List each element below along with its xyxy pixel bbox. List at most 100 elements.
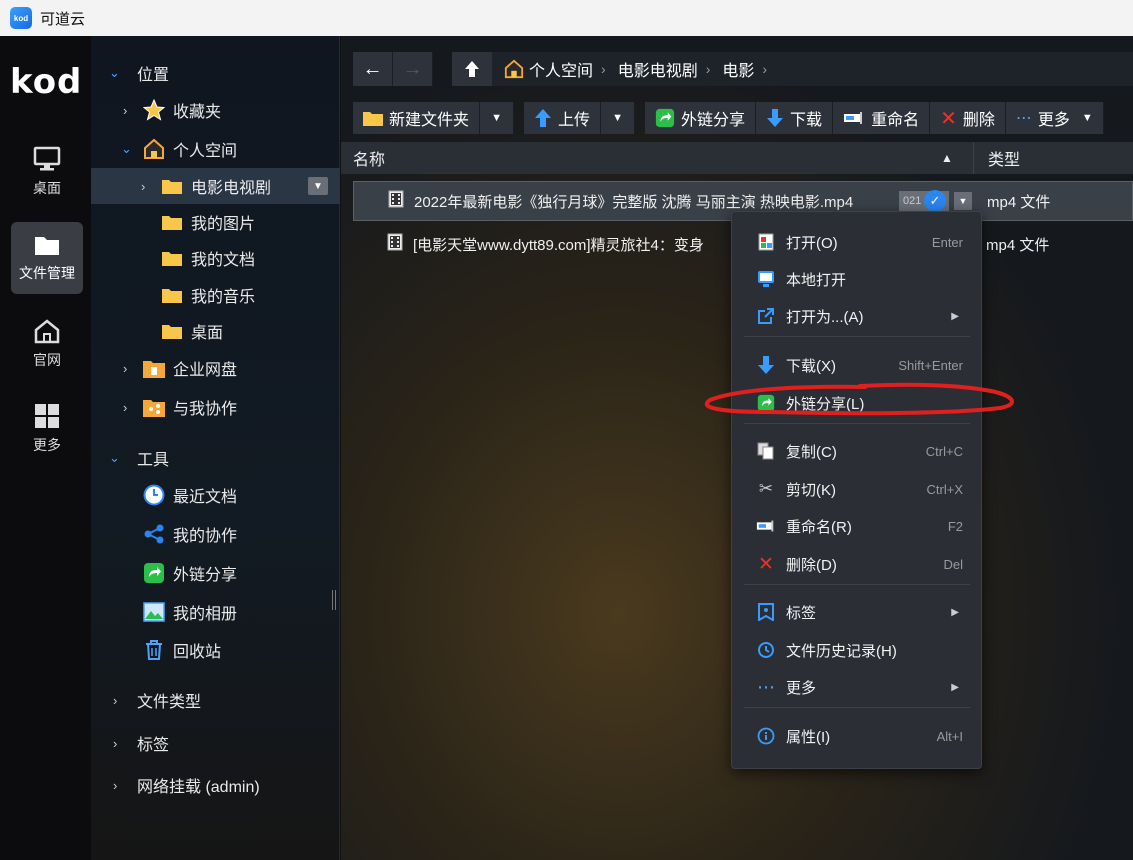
menu-item-file-history[interactable]: 文件历史记录(H) [732,632,981,668]
back-button[interactable]: ← [353,52,393,86]
tree-item-my-documents[interactable]: 我的文档 [91,240,340,276]
menu-item-open-with[interactable]: 打开为...(A) ▶ [732,298,981,334]
menu-shortcut: Del [943,556,963,572]
menu-item-delete[interactable]: ✕ 删除(D) Del [732,546,981,582]
breadcrumb-label: 电影 [722,63,755,80]
menu-item-copy[interactable]: 复制(C) Ctrl+C [732,433,981,469]
arrow-up-icon [465,61,479,77]
rename-icon [756,516,776,536]
menu-item-open[interactable]: 打开(O) Enter [732,224,981,260]
menu-item-rename[interactable]: 重命名(R) F2 [732,508,981,544]
submenu-arrow-icon: ▶ [951,606,959,618]
menu-item-download[interactable]: 下载(X) Shift+Enter [732,347,981,383]
tree-item-link-share[interactable]: 外链分享 [91,555,340,591]
image-icon [143,601,165,623]
menu-label: 更多 [786,679,817,697]
tree-item-recent-docs[interactable]: 最近文档 [91,477,340,513]
up-level-button[interactable] [452,52,492,86]
bookmark-star-icon [756,602,776,622]
breadcrumb-item-movies-tv[interactable]: 电影电视剧 › [618,57,711,81]
share-nodes-icon [143,523,165,545]
folder-icon [161,284,183,306]
home-folder-icon [143,138,165,160]
folder-icon [35,237,59,255]
section-label: 工具 [137,452,170,469]
link-share-button[interactable]: 外链分享 [645,102,757,134]
upload-button[interactable]: 上传 [524,102,602,134]
rail-item-desktop[interactable]: 桌面 [11,136,83,208]
checkmark-icon[interactable]: ✓ [924,190,946,212]
trash-icon [143,639,165,661]
tree-item-label: 收藏夹 [173,104,222,121]
submenu-arrow-icon: ▶ [951,310,959,322]
section-file-types[interactable]: › 文件类型 [91,682,340,718]
tree-item-my-collab[interactable]: 我的协作 [91,516,340,552]
column-label: 类型 [988,152,1021,169]
menu-item-open-local[interactable]: 本地打开 [732,261,981,297]
share-arrow-icon [655,108,675,128]
tree-item-enterprise-drive[interactable]: › 企业网盘 [91,350,340,386]
section-network-mounts[interactable]: › 网络挂载 (admin) [91,767,340,803]
menu-label: 属性(I) [786,728,831,746]
app-logo-icon: kod [10,7,32,29]
forward-button[interactable]: → [393,52,433,86]
submenu-arrow-icon: ▶ [951,681,959,693]
file-name: 2022年最新电影《独行月球》完整版 沈腾 马丽主演 热映电影.mp4 [414,193,854,211]
button-label: 外链分享 [681,112,746,129]
sidebar-tree: ⌄ 位置 › 收藏夹 ⌄ 个人空间 › 电影电视剧 ▼ 我的图片 我的文档 我的… [91,36,340,860]
toolbar: 新建文件夹 ▼ 上传 ▼ 外链分享 下载 重命名 ✕ 删除 ⋯ 更多 ▼ [353,102,1114,134]
tree-item-desktop[interactable]: 桌面 [91,313,340,349]
close-icon: ✕ [758,553,774,575]
rail-item-more[interactable]: 更多 [11,393,83,465]
delete-button[interactable]: ✕ 删除 [930,102,1006,134]
monitor-icon [756,269,776,289]
menu-item-link-share[interactable]: 外链分享(L) [732,385,981,421]
tree-item-my-pictures[interactable]: 我的图片 [91,204,340,240]
upload-dropdown[interactable]: ▼ [601,102,636,134]
rail-item-file-manager[interactable]: 文件管理 [11,222,83,294]
building-folder-icon [143,357,165,379]
rail-item-website[interactable]: 官网 [11,308,83,380]
tree-item-label: 与我协作 [173,401,238,418]
download-button[interactable]: 下载 [756,102,834,134]
column-header-type[interactable]: 类型 [973,142,1133,174]
tree-item-label: 企业网盘 [173,362,238,379]
new-menu-dropdown[interactable]: ▼ [480,102,515,134]
section-tags[interactable]: › 标签 [91,725,340,761]
rail-item-label: 官网 [33,352,61,368]
rename-button[interactable]: 重命名 [833,102,931,134]
folder-icon [161,247,183,269]
history-nav: ← → [353,52,433,86]
tree-item-movies-tv[interactable]: › 电影电视剧 ▼ [91,168,340,204]
chevron-right-icon: › [705,61,711,77]
menu-shortcut: Enter [931,234,963,250]
breadcrumb-item-movies[interactable]: 电影 › [722,57,767,81]
column-header-name[interactable]: 名称 [353,146,385,170]
download-arrow-icon [756,355,776,375]
menu-divider [744,707,970,708]
tree-item-my-music[interactable]: 我的音乐 [91,277,340,313]
menu-item-cut[interactable]: ✂ 剪切(K) Ctrl+X [732,471,981,507]
section-location[interactable]: ⌄ 位置 [91,55,340,91]
menu-item-properties[interactable]: 属性(I) Alt+I [732,718,981,754]
sidebar-resize-handle[interactable] [332,590,336,610]
tree-item-favorites[interactable]: › 收藏夹 [91,92,340,128]
menu-item-tags[interactable]: 标签 ▶ [732,594,981,630]
new-folder-button[interactable]: 新建文件夹 [353,102,481,134]
home-folder-icon [504,59,524,79]
sort-ascending-icon[interactable]: ▲ [941,151,953,165]
tree-item-recycle-bin[interactable]: 回收站 [91,632,340,668]
rail-item-label: 桌面 [33,180,61,196]
menu-item-more[interactable]: ⋯ 更多 ▶ [732,669,981,705]
section-tools[interactable]: ⌄ 工具 [91,440,340,476]
tree-item-my-album[interactable]: 我的相册 [91,594,340,630]
tree-item-collab-with-me[interactable]: › 与我协作 [91,389,340,425]
caret-down-icon: ▼ [612,112,623,124]
tree-item-personal-space[interactable]: ⌄ 个人空间 [91,131,340,167]
caret-down-icon[interactable]: ▼ [954,192,972,210]
chevron-down-icon: ⌄ [121,141,132,156]
more-button[interactable]: ⋯ 更多 ▼ [1005,102,1104,134]
breadcrumb-item-personal-space[interactable]: 个人空间 › [504,57,606,81]
chevron-down-icon[interactable]: ▼ [308,177,328,195]
video-file-icon [388,190,404,212]
